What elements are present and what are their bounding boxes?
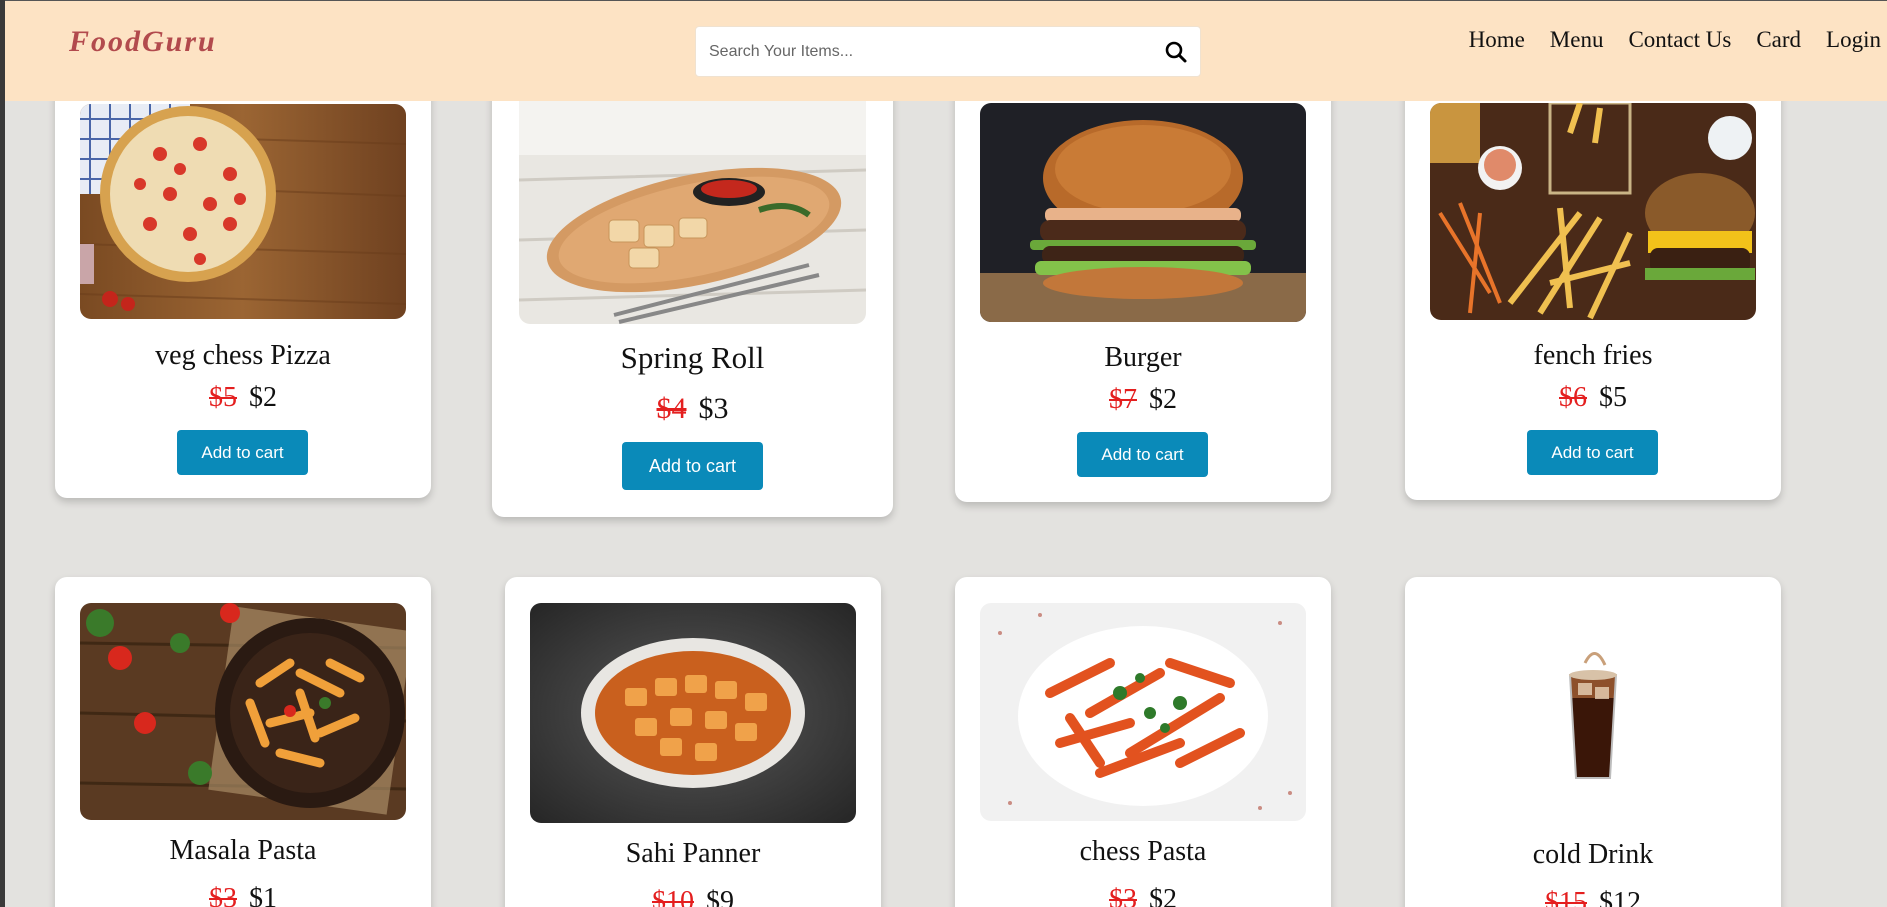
product-card: veg chess Pizza $5 $2 Add to cart [55,60,431,498]
current-price: $2 [249,382,277,413]
cold-drink-image [1430,603,1756,821]
old-price: $7 [1109,384,1137,415]
product-card: chess Pasta $3 $2 [955,577,1331,907]
search-icon[interactable] [1164,40,1188,64]
old-price: $15 [1545,887,1587,907]
nav-menu[interactable]: Menu [1550,27,1604,53]
product-name: veg chess Pizza [155,340,331,371]
current-price: $12 [1599,887,1641,907]
nav-login[interactable]: Login [1826,27,1881,53]
product-name: fench fries [1533,340,1653,371]
current-price: $1 [249,883,277,907]
burger-image [980,103,1306,322]
navbar: FoodGuru Home Menu Contact Us Card Login [5,0,1887,101]
product-price: $10 $9 [505,886,881,907]
old-price: $10 [652,886,694,907]
nav-contact-us[interactable]: Contact Us [1628,27,1731,53]
product-price: $3 $2 [955,884,1331,907]
spring-roll-image [519,100,866,324]
product-name: chess Pasta [1079,836,1207,867]
page-viewport: veg chess Pizza $5 $2 Add to cart Spring… [5,0,1887,907]
product-card: cold Drink $15 $12 [1405,577,1781,907]
search-input[interactable] [696,27,1146,76]
product-price: $7 $2 [955,384,1331,416]
add-to-cart-button[interactable]: Add to cart [1527,430,1658,475]
product-card: Sahi Panner $10 $9 [505,577,881,907]
product-card: Masala Pasta $3 $1 [55,577,431,907]
product-name: Masala Pasta [169,835,317,866]
product-name: Spring Roll [620,340,765,375]
current-price: $9 [706,886,734,907]
product-price: $3 $1 [55,883,431,907]
fries-image [1430,103,1756,320]
sahi-panner-image [530,603,856,823]
current-price: $5 [1599,382,1627,413]
nav-links: Home Menu Contact Us Card Login [1444,27,1881,53]
add-to-cart-button[interactable]: Add to cart [1077,432,1208,477]
product-price: $5 $2 [55,382,431,414]
product-price: $6 $5 [1405,382,1781,414]
product-price: $15 $12 [1405,887,1781,907]
product-card: fench fries $6 $5 Add to cart [1405,60,1781,500]
product-card: Burger $7 $2 Add to cart [955,60,1331,502]
brand-logo[interactable]: FoodGuru [69,25,217,59]
current-price: $3 [698,392,729,425]
pizza-image [80,104,406,319]
current-price: $2 [1149,384,1177,415]
chess-pasta-image [980,603,1306,821]
product-card: Spring Roll $4 $3 Add to cart [492,50,893,517]
masala-pasta-image [80,603,406,820]
old-price: $5 [209,382,237,413]
add-to-cart-button[interactable]: Add to cart [177,430,308,475]
current-price: $2 [1149,884,1177,907]
product-name: Burger [1104,342,1182,373]
product-price: $4 $3 [492,392,893,426]
nav-card[interactable]: Card [1756,27,1801,53]
old-price: $3 [209,883,237,907]
nav-home[interactable]: Home [1469,27,1525,53]
old-price: $4 [656,392,687,425]
old-price: $3 [1109,884,1137,907]
search-bar [695,26,1201,77]
add-to-cart-button[interactable]: Add to cart [622,442,763,490]
product-name: cold Drink [1532,839,1654,870]
old-price: $6 [1559,382,1587,413]
product-name: Sahi Panner [625,838,761,869]
